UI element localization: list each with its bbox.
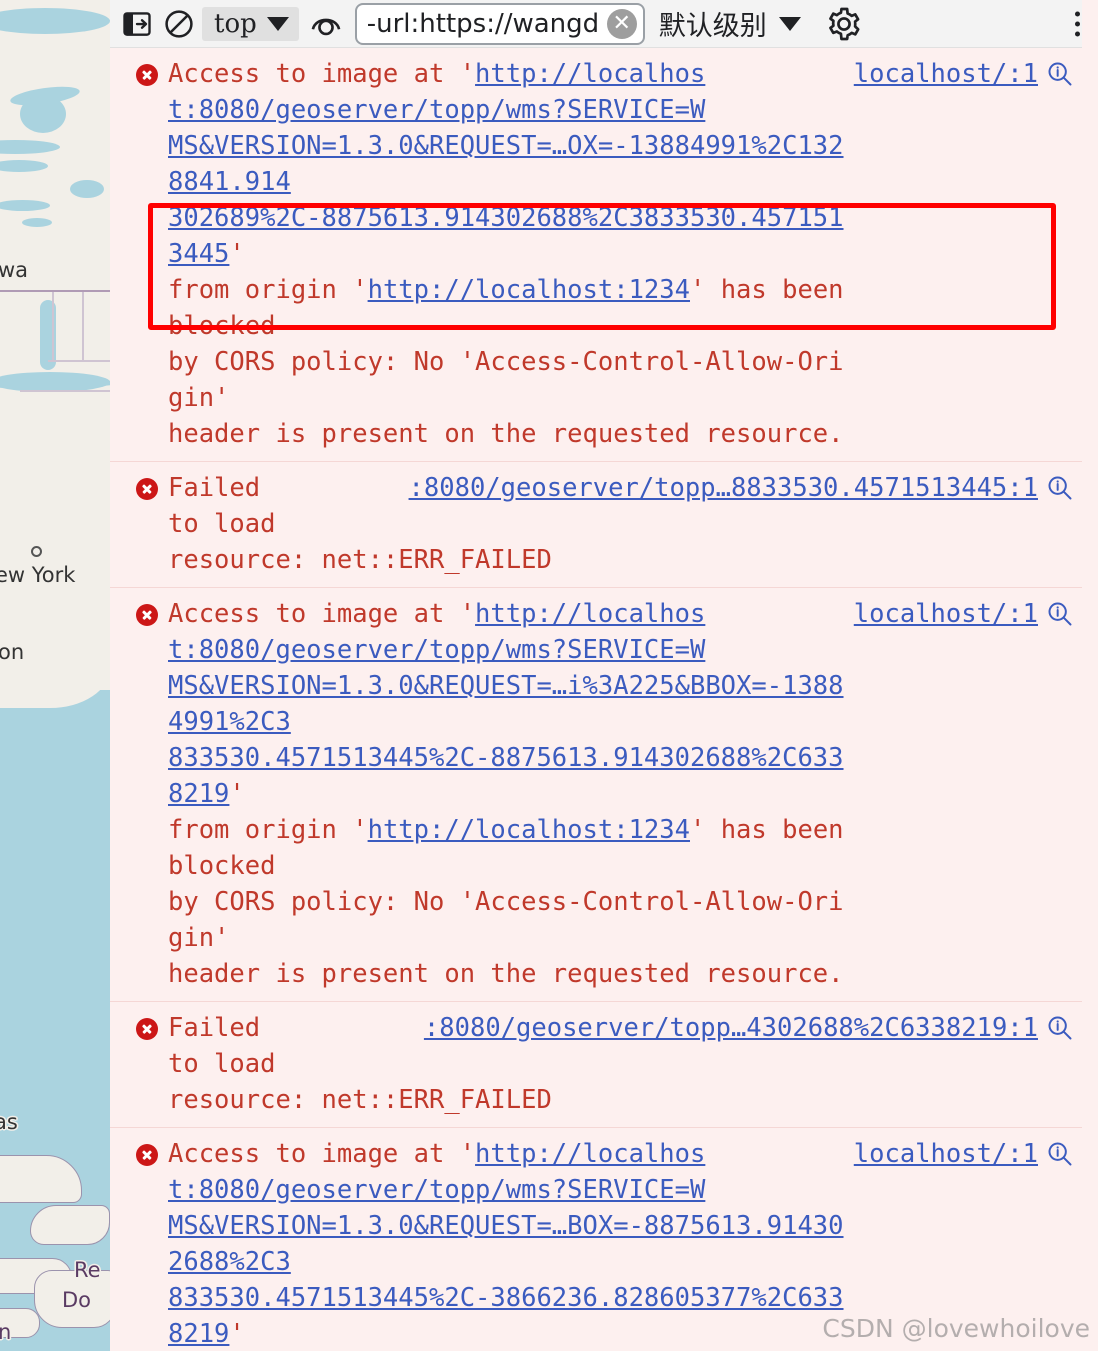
execution-context-selector[interactable]: top	[202, 6, 299, 41]
console-entry-source-link[interactable]: :8080/geoserver/topp…4302688%2C6338219:1	[424, 1010, 1038, 1046]
map-state-border	[82, 292, 84, 360]
log-level-selector[interactable]: 默认级别	[659, 4, 801, 43]
msg-link[interactable]: http://localhost:1234	[368, 815, 690, 845]
map-label-republica: Re	[74, 1258, 101, 1282]
map-label-dominicana: Do	[62, 1288, 92, 1312]
msg-link[interactable]: http://localhos	[475, 599, 705, 629]
console-message-list[interactable]: Access to image at 'http://localhos t:80…	[110, 48, 1082, 1351]
msg-seg: Access to image at '	[168, 59, 476, 89]
map-lake	[0, 378, 110, 388]
msg-link[interactable]: MS&VERSION=1.3.0&REQUEST=…OX=-13884991%2…	[168, 131, 844, 197]
msg-seg: to load	[168, 1049, 276, 1079]
console-entry-error[interactable]: Failed to load resource: net::ERR_FAILED…	[110, 1002, 1082, 1128]
console-entry-error[interactable]: Access to image at 'http://localhos t:80…	[110, 588, 1082, 1002]
msg-seg: from origin '	[168, 275, 368, 305]
console-message-text: Access to image at 'http://localhos t:80…	[168, 596, 854, 992]
map-state-border	[52, 292, 54, 362]
error-icon	[136, 478, 158, 500]
error-icon	[136, 1144, 158, 1166]
msg-link[interactable]: t:8080/geoserver/topp/wms?SERVICE=W	[168, 635, 705, 665]
map-label-ottawa: wa	[0, 258, 29, 282]
msg-seg: resource: net::ERR_FAILED	[168, 1085, 552, 1115]
map-label-bahamas: as	[0, 1110, 18, 1134]
console-filter-input[interactable]	[366, 8, 609, 39]
map-viewport[interactable]: wa ew York on as Re Do n	[0, 0, 110, 1351]
gear-icon[interactable]	[823, 4, 865, 44]
map-state-border	[48, 360, 110, 362]
msg-seg: to load	[168, 509, 276, 539]
map-ocean	[0, 690, 110, 1351]
msg-link[interactable]: t:8080/geoserver/topp/wms?SERVICE=W	[168, 1175, 705, 1205]
msg-seg: header is present on the requested resou…	[168, 959, 844, 989]
map-label-washington: on	[0, 640, 25, 664]
msg-link[interactable]: t:8080/geoserver/topp/wms?SERVICE=W	[168, 95, 705, 125]
msg-seg: from origin '	[168, 815, 368, 845]
console-entry-source-link[interactable]: localhost/:1	[854, 596, 1038, 632]
console-message-text: Access to image at 'http://localhos t:80…	[168, 1136, 854, 1351]
msg-seg: '	[229, 239, 245, 269]
msg-seg: '	[229, 1319, 245, 1349]
console-entry-error[interactable]: Access to image at 'http://localhos t:80…	[110, 48, 1082, 462]
execution-context-label: top	[214, 8, 257, 39]
msg-seg: Failed	[168, 473, 261, 503]
watermark: CSDN @lovewhoilove	[822, 1314, 1090, 1343]
msg-link[interactable]: http://localhost:1234	[368, 275, 690, 305]
console-toolbar: top ✕ 默认级别	[110, 0, 1082, 48]
console-entry-source-link[interactable]: :8080/geoserver/topp…8833530.4571513445:…	[409, 470, 1038, 506]
chevron-down-icon	[778, 16, 801, 31]
more-options-icon[interactable]	[1075, 11, 1080, 36]
inspect-magnifier-icon[interactable]	[1038, 56, 1082, 92]
error-icon	[136, 604, 158, 626]
map-lake	[22, 218, 52, 227]
inspect-magnifier-icon[interactable]	[1038, 470, 1082, 506]
console-sidebar-toggle-icon[interactable]	[116, 4, 158, 44]
map-island	[30, 1205, 110, 1245]
msg-seg: Access to image at '	[168, 1139, 476, 1169]
map-label-clipped: n	[0, 1320, 12, 1344]
map-state-border	[20, 390, 110, 392]
map-lake	[20, 95, 66, 133]
msg-seg: header is present on the requested resou…	[168, 419, 844, 449]
inspect-magnifier-icon[interactable]	[1038, 1136, 1082, 1172]
error-icon	[136, 1018, 158, 1040]
map-city-dot	[31, 546, 42, 557]
console-entry-source-link[interactable]: localhost/:1	[854, 56, 1038, 92]
msg-link[interactable]: 833530.4571513445%2C-3866236.828605377%2…	[168, 1283, 844, 1349]
msg-link[interactable]: http://localhos	[475, 59, 705, 89]
map-state-border	[0, 290, 110, 292]
msg-seg: by CORS policy: No 'Access-Control-Allow…	[168, 887, 844, 953]
msg-seg: Access to image at '	[168, 599, 476, 629]
error-icon	[136, 64, 158, 86]
page-right-sliver	[1082, 0, 1098, 1351]
inspect-magnifier-icon[interactable]	[1038, 596, 1082, 632]
msg-seg: Failed	[168, 1013, 261, 1043]
map-lake	[70, 180, 104, 198]
msg-link[interactable]: MS&VERSION=1.3.0&REQUEST=…i%3A225&BBOX=-…	[168, 671, 844, 737]
msg-link[interactable]: 302689%2C-8875613.914302688%2C3833530.45…	[168, 203, 844, 269]
console-entry-error[interactable]: Failed to load resource: net::ERR_FAILED…	[110, 462, 1082, 588]
msg-link[interactable]: 833530.4571513445%2C-8875613.914302688%2…	[168, 743, 844, 809]
console-filter-input-wrapper[interactable]: ✕	[354, 2, 645, 45]
log-level-label: 默认级别	[658, 11, 767, 42]
live-expression-eye-icon[interactable]	[305, 4, 347, 44]
console-message-text: Access to image at 'http://localhos t:80…	[168, 56, 854, 452]
msg-seg: by CORS policy: No 'Access-Control-Allow…	[168, 347, 844, 413]
msg-seg: resource: net::ERR_FAILED	[168, 545, 552, 575]
clear-filter-icon[interactable]: ✕	[606, 8, 637, 39]
msg-link[interactable]: MS&VERSION=1.3.0&REQUEST=…BOX=-8875613.9…	[168, 1211, 844, 1277]
clear-console-icon[interactable]	[158, 4, 200, 44]
msg-link[interactable]: http://localhos	[475, 1139, 705, 1169]
console-entry-source-link[interactable]: localhost/:1	[854, 1136, 1038, 1172]
chevron-down-icon	[266, 16, 289, 31]
inspect-magnifier-icon[interactable]	[1038, 1010, 1082, 1046]
map-label-new-york: ew York	[0, 563, 76, 587]
devtools-console-panel: top ✕ 默认级别	[110, 0, 1082, 1351]
devtools-console-screenshot: wa ew York on as Re Do n top -url:https:…	[0, 0, 1098, 1351]
msg-seg: '	[229, 779, 245, 809]
